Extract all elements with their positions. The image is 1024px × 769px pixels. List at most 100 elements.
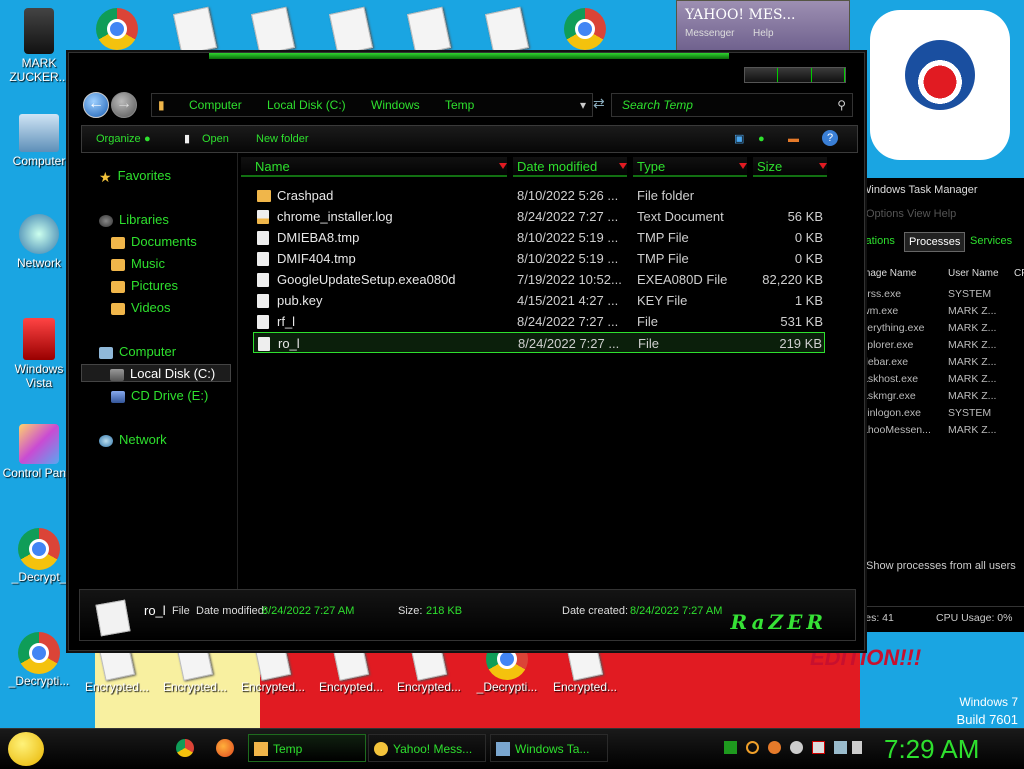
start-button[interactable] bbox=[8, 732, 44, 766]
task-manager-window[interactable]: Windows Task Manager Options View Help c… bbox=[855, 178, 1024, 632]
minimize-button[interactable] bbox=[745, 68, 779, 82]
file-row[interactable]: rf_l 8/24/2022 7:27 ... File 531 KB bbox=[253, 311, 825, 332]
action-center-icon[interactable] bbox=[812, 741, 825, 754]
process-name[interactable]: vinlogon.exe bbox=[862, 407, 921, 419]
desktop-icon-doc[interactable] bbox=[312, 6, 390, 56]
desktop-icon-encrypted[interactable]: Encrypted... bbox=[312, 643, 390, 694]
new-folder-button[interactable]: New folder bbox=[256, 126, 309, 152]
desktop-icon-chrome[interactable] bbox=[78, 8, 156, 50]
network-icon[interactable] bbox=[834, 741, 847, 754]
nav-pictures[interactable]: Pictures bbox=[111, 277, 178, 295]
nav-videos[interactable]: Videos bbox=[111, 299, 171, 317]
process-name[interactable]: ahooMessen... bbox=[862, 424, 931, 436]
search-input[interactable]: Search Temp ⚲ bbox=[611, 93, 853, 117]
process-name[interactable]: askmgr.exe bbox=[862, 390, 916, 402]
clock[interactable]: 7:29 AM bbox=[884, 733, 979, 765]
taskbar-temp[interactable]: Temp bbox=[248, 734, 366, 762]
refresh-icon[interactable]: ⇄ bbox=[593, 95, 605, 112]
view-dropdown-icon[interactable]: ● bbox=[758, 126, 765, 152]
search-icon[interactable] bbox=[746, 741, 759, 754]
nav-network[interactable]: Network bbox=[99, 431, 167, 449]
forward-button[interactable]: → bbox=[111, 92, 137, 118]
search-icon[interactable]: ⚲ bbox=[837, 94, 846, 116]
desktop-icon-doc[interactable] bbox=[468, 6, 546, 56]
process-name[interactable]: srss.exe bbox=[862, 288, 901, 300]
col-type[interactable]: Type bbox=[633, 157, 747, 177]
nav-favorites[interactable]: ★ Favorites bbox=[99, 167, 171, 185]
file-row[interactable]: chrome_installer.log 8/24/2022 7:27 ... Te… bbox=[253, 206, 825, 227]
breadcrumb-computer[interactable]: Computer bbox=[189, 94, 242, 116]
close-button[interactable] bbox=[811, 68, 845, 82]
col-cpu[interactable]: CP bbox=[1014, 268, 1024, 279]
desktop-icon-user[interactable]: MARK ZUCKER... bbox=[0, 8, 78, 84]
nav-documents[interactable]: Documents bbox=[111, 233, 197, 251]
file-row[interactable]: DMIF404.tmp 8/10/2022 5:19 ... TMP File 0 K… bbox=[253, 248, 825, 269]
volume-icon[interactable] bbox=[852, 741, 862, 754]
view-icon[interactable]: ▣ bbox=[734, 126, 744, 152]
breadcrumb-windows[interactable]: Windows bbox=[371, 94, 420, 116]
process-name[interactable]: verything.exe bbox=[862, 322, 924, 334]
col-size[interactable]: Size bbox=[753, 157, 827, 177]
firefox-icon[interactable] bbox=[216, 739, 234, 757]
tray-orange-icon[interactable] bbox=[768, 741, 781, 754]
file-row[interactable]: Crashpad 8/10/2022 5:26 ... File folder bbox=[253, 185, 825, 206]
desktop-icon-recycle[interactable]: Windows Vista bbox=[0, 318, 78, 390]
nav-local-disk[interactable]: Local Disk (C:) bbox=[81, 364, 231, 382]
breadcrumb-local-disk[interactable]: Local Disk (C:) bbox=[267, 94, 346, 116]
back-button[interactable]: ← bbox=[83, 92, 109, 118]
col-user-name[interactable]: User Name bbox=[948, 268, 999, 279]
desktop-icon-control-panel[interactable]: Control Panel bbox=[0, 424, 78, 480]
nav-cd-drive[interactable]: CD Drive (E:) bbox=[111, 387, 208, 405]
yahoo-help-menu[interactable]: Help bbox=[753, 28, 774, 39]
file-row[interactable]: ro_l 8/24/2022 7:27 ... File 219 KB bbox=[253, 332, 825, 353]
desktop-icon-decrypt2[interactable]: _Decrypti... bbox=[0, 632, 78, 688]
desktop-icon-chrome[interactable] bbox=[546, 8, 624, 50]
desktop-icon-encrypted[interactable]: Encrypted... bbox=[156, 643, 234, 694]
explorer-window[interactable]: ← → ▮ Computer Local Disk (C:) Windows T… bbox=[68, 52, 865, 651]
desktop-icon-computer[interactable]: Computer bbox=[0, 114, 78, 168]
col-date-modified[interactable]: Date modified bbox=[513, 157, 627, 177]
process-name[interactable]: wm.exe bbox=[862, 305, 898, 317]
show-all-processes[interactable]: Show processes from all users bbox=[866, 560, 1016, 572]
desktop-icon-encrypted[interactable]: Encrypted... bbox=[234, 643, 312, 694]
breadcrumb-temp[interactable]: Temp bbox=[445, 94, 474, 116]
tab-applications[interactable]: cations bbox=[860, 232, 895, 250]
tab-processes[interactable]: Processes bbox=[904, 232, 966, 252]
taskbar-task-manager[interactable]: Windows Ta... bbox=[490, 734, 608, 762]
taskbar-yahoo[interactable]: Yahoo! Mess... bbox=[368, 734, 486, 762]
file-row[interactable]: DMIEBA8.tmp 8/10/2022 5:19 ... TMP File 0 K… bbox=[253, 227, 825, 248]
desktop-icon-doc[interactable] bbox=[234, 6, 312, 56]
desktop-icon-decrypt[interactable]: _Decrypt_ bbox=[0, 528, 78, 584]
process-user: MARK Z... bbox=[948, 322, 997, 334]
tray-app-icon[interactable] bbox=[724, 741, 737, 754]
desktop-icon-encrypted[interactable]: Encrypted... bbox=[78, 643, 156, 694]
breadcrumb[interactable]: ▮ Computer Local Disk (C:) Windows Temp … bbox=[151, 93, 593, 117]
process-name[interactable]: debar.exe bbox=[862, 356, 908, 368]
maximize-button[interactable] bbox=[778, 68, 812, 82]
nav-libraries[interactable]: Libraries bbox=[99, 211, 169, 229]
desktop-icon-encrypted[interactable]: Encrypted... bbox=[546, 643, 624, 694]
task-manager-menu[interactable]: Options View Help bbox=[866, 208, 956, 220]
desktop-icon-doc[interactable] bbox=[156, 6, 234, 56]
organize-button[interactable]: Organize bbox=[96, 126, 141, 152]
tray-minus-icon[interactable] bbox=[790, 741, 803, 754]
process-name[interactable]: askhost.exe bbox=[862, 373, 918, 385]
desktop-icon-network[interactable]: Network bbox=[0, 214, 78, 270]
file-row[interactable]: pub.key 4/15/2021 4:27 ... KEY File 1 KB bbox=[253, 290, 825, 311]
chevron-down-icon[interactable]: ▾ bbox=[580, 94, 586, 116]
col-image-name[interactable]: mage Name bbox=[862, 268, 916, 279]
pane-divider[interactable] bbox=[237, 153, 238, 593]
chrome-icon[interactable] bbox=[176, 739, 194, 757]
help-icon[interactable]: ? bbox=[822, 130, 838, 146]
tab-services[interactable]: Services bbox=[970, 232, 1012, 250]
preview-pane-icon[interactable]: ▬ bbox=[788, 126, 799, 152]
nav-computer[interactable]: Computer bbox=[99, 343, 176, 361]
file-row[interactable]: GoogleUpdateSetup.exea080d 7/19/2022 10:5… bbox=[253, 269, 825, 290]
yahoo-messenger-window[interactable]: YAHOO! MES... Messenger Help bbox=[676, 0, 850, 54]
desktop-icon-doc[interactable] bbox=[390, 6, 468, 56]
desktop-icon-encrypted[interactable]: Encrypted... bbox=[390, 643, 468, 694]
process-name[interactable]: xplorer.exe bbox=[862, 339, 913, 351]
open-button[interactable]: Open bbox=[202, 126, 229, 152]
col-name[interactable]: Name bbox=[241, 157, 507, 177]
nav-music[interactable]: Music bbox=[111, 255, 165, 273]
